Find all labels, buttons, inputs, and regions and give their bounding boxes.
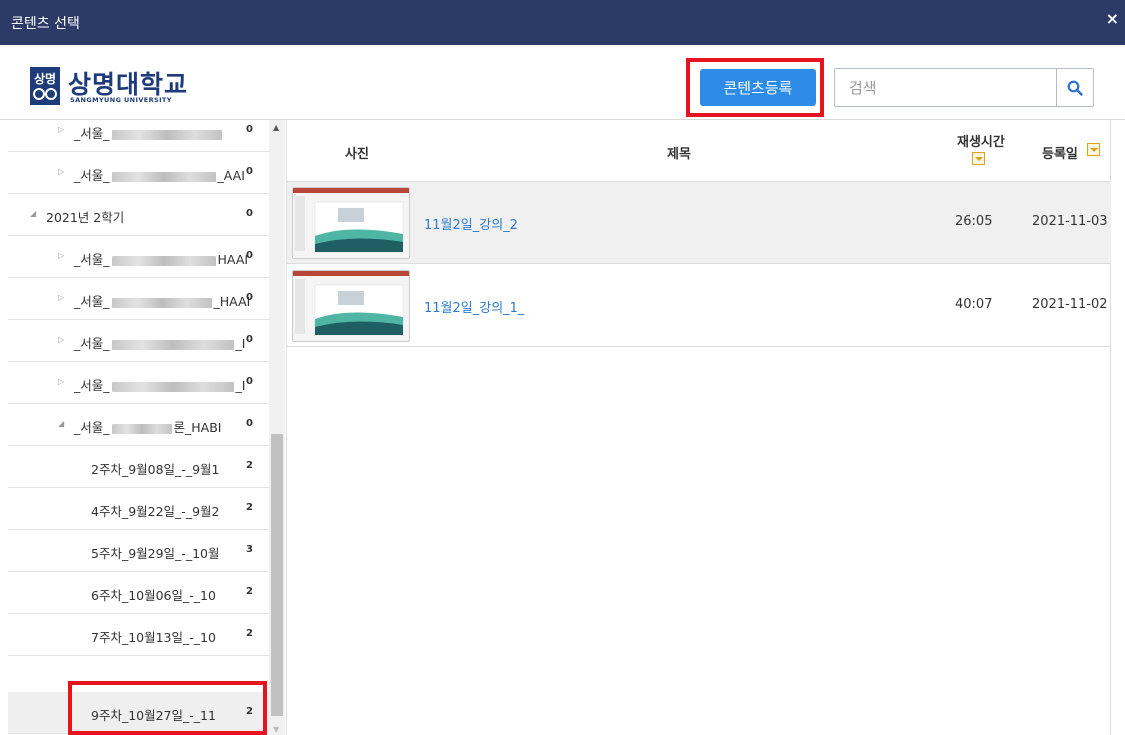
tree-item-label: 2021년 2학기 — [46, 210, 125, 225]
content-table: 사진 제목 재생시간 등록일 11월2일_강의_2 26:05 2021-11-… — [287, 120, 1111, 735]
content-date: 2021-11-02 — [1032, 297, 1108, 312]
tree-item-label: _서울_ 론_HABI — [74, 420, 222, 435]
tree-item[interactable]: ▷ _서울_ _I 0 — [8, 362, 270, 404]
tree-item-label: 7주차_10월13일_-_10 — [91, 630, 216, 645]
table-row[interactable]: 11월2일_강의_1_ 40:07 2021-11-02 — [287, 265, 1111, 347]
register-content-button[interactable]: 콘텐츠등록 — [700, 69, 816, 106]
video-thumbnail[interactable] — [292, 187, 410, 259]
date-sort-icon[interactable] — [1087, 143, 1100, 156]
tree-item-week[interactable]: 2주차_9월08일_-_9월1 2 — [8, 446, 270, 488]
scroll-down-arrow-icon[interactable]: ▼ — [273, 725, 279, 734]
svg-text:상명: 상명 — [34, 71, 56, 86]
header-date: 등록일 — [1042, 147, 1078, 162]
tree-item-label: _서울_ _I — [74, 336, 246, 351]
tree-item[interactable]: ▷ _서울_ _HAAI 0 — [8, 278, 270, 320]
collapse-triangle-icon[interactable]: ◢ — [30, 209, 36, 218]
search-input[interactable] — [835, 69, 1057, 106]
expand-triangle-icon[interactable]: ▷ — [58, 167, 64, 176]
tree-item-label: _서울_ _HAAI — [74, 294, 251, 309]
tree-item-count: 0 — [246, 166, 253, 177]
scrollbar-thumb[interactable] — [271, 434, 283, 716]
tree-item-label: 2주차_9월08일_-_9월1 — [91, 462, 220, 477]
tree-item-count: 0 — [246, 250, 253, 261]
content-duration: 40:07 — [955, 297, 993, 312]
tree-item-count: 2 — [246, 586, 253, 597]
tree-item-label: _서울_ _AAI — [74, 168, 245, 183]
expand-triangle-icon[interactable]: ▷ — [58, 335, 64, 344]
tree-item[interactable]: ▷ _서울_ _I 0 — [8, 320, 270, 362]
tree-item-label: 5주차_9월29일_-_10월 — [91, 546, 220, 561]
collapse-triangle-icon[interactable]: ◢ — [58, 419, 64, 428]
tree-item-count: 0 — [246, 418, 253, 429]
search-box — [834, 68, 1094, 107]
tree-item-week[interactable]: 4주차_9월22일_-_9월2 2 — [8, 488, 270, 530]
tree-item-count: 3 — [246, 544, 253, 555]
window-titlebar: 콘텐츠 선택 × — [0, 0, 1125, 45]
tree-item-count: 0 — [246, 124, 253, 135]
window-title: 콘텐츠 선택 — [11, 16, 80, 32]
tree-item[interactable]: ▷ _서울_ 0 — [8, 120, 270, 152]
tree-item-semester[interactable]: ◢ 2021년 2학기 0 — [8, 194, 270, 236]
search-button[interactable] — [1056, 69, 1093, 106]
close-icon[interactable]: × — [1106, 9, 1119, 28]
tree-item-label: _서울_ — [74, 123, 224, 142]
folder-tree: ▷ _서울_ 0 ▷ _서울_ _AAI 0 ◢ 2021년 2학기 0 ▷ _서… — [8, 120, 287, 735]
scroll-up-arrow-icon[interactable]: ▲ — [273, 123, 279, 132]
header-duration: 재생시간 — [957, 135, 1005, 150]
duration-sort-icon[interactable] — [972, 152, 985, 165]
tree-item-label: 9주차_10월27일_-_11 — [91, 708, 216, 723]
university-logo: 상명 상명대학교 SANGMYUNG UNIVERSITY — [30, 67, 190, 105]
header-title: 제목 — [667, 147, 691, 162]
table-row[interactable]: 11월2일_강의_2 26:05 2021-11-03 — [287, 182, 1111, 264]
header-photo: 사진 — [345, 147, 369, 162]
tree-item-course[interactable]: ◢ _서울_ 론_HABI 0 — [8, 404, 270, 446]
expand-triangle-icon[interactable]: ▷ — [58, 293, 64, 302]
tree-item-week-selected[interactable]: 9주차_10월27일_-_11 2 — [8, 692, 270, 734]
tree-item-week[interactable]: 7주차_10월13일_-_10 2 — [8, 614, 270, 656]
tree-item-count: 0 — [246, 292, 253, 303]
tree-item-count: 2 — [246, 502, 253, 513]
logo-mark-icon: 상명 — [30, 67, 60, 105]
content-duration: 26:05 — [955, 214, 993, 229]
expand-triangle-icon[interactable]: ▷ — [58, 251, 64, 260]
logo-subtitle: SANGMYUNG UNIVERSITY — [70, 96, 172, 104]
expand-triangle-icon[interactable]: ▷ — [58, 125, 64, 134]
tree-item[interactable]: ▷ _서울_ HAAI 0 — [8, 236, 270, 278]
tree-item-count: 0 — [246, 208, 253, 219]
tree-item-label: 4주차_9월22일_-_9월2 — [91, 504, 220, 519]
tree-item-week[interactable]: 5주차_9월29일_-_10월 3 — [8, 530, 270, 572]
slide-preview-icon — [293, 271, 409, 341]
tree-item-label: 6주차_10월06일_-_10 — [91, 588, 216, 603]
expand-triangle-icon[interactable]: ▷ — [58, 377, 64, 386]
tree-item-count: 0 — [246, 376, 253, 387]
tree-item-count: 0 — [246, 334, 253, 345]
search-icon — [1067, 80, 1083, 96]
slide-preview-icon — [293, 188, 409, 258]
tree-scrollbar[interactable]: ▲ ▼ — [269, 120, 285, 735]
video-thumbnail[interactable] — [292, 270, 410, 342]
tree-item-label: _서울_ HAAI — [74, 252, 249, 267]
tree-item-week[interactable]: 6주차_10월06일_-_10 2 — [8, 572, 270, 614]
tree-item-count: 2 — [246, 706, 253, 717]
tree-item[interactable]: ▷ _서울_ _AAI 0 — [8, 152, 270, 194]
content-title-link[interactable]: 11월2일_강의_1_ — [424, 297, 524, 316]
tree-item-label: _서울_ _I — [74, 378, 246, 393]
tree-item-count: 2 — [246, 628, 253, 639]
content-date: 2021-11-03 — [1032, 214, 1108, 229]
content-title-link[interactable]: 11월2일_강의_2 — [424, 214, 518, 233]
table-header: 사진 제목 재생시간 등록일 — [287, 120, 1111, 182]
tree-item-count: 2 — [246, 460, 253, 471]
